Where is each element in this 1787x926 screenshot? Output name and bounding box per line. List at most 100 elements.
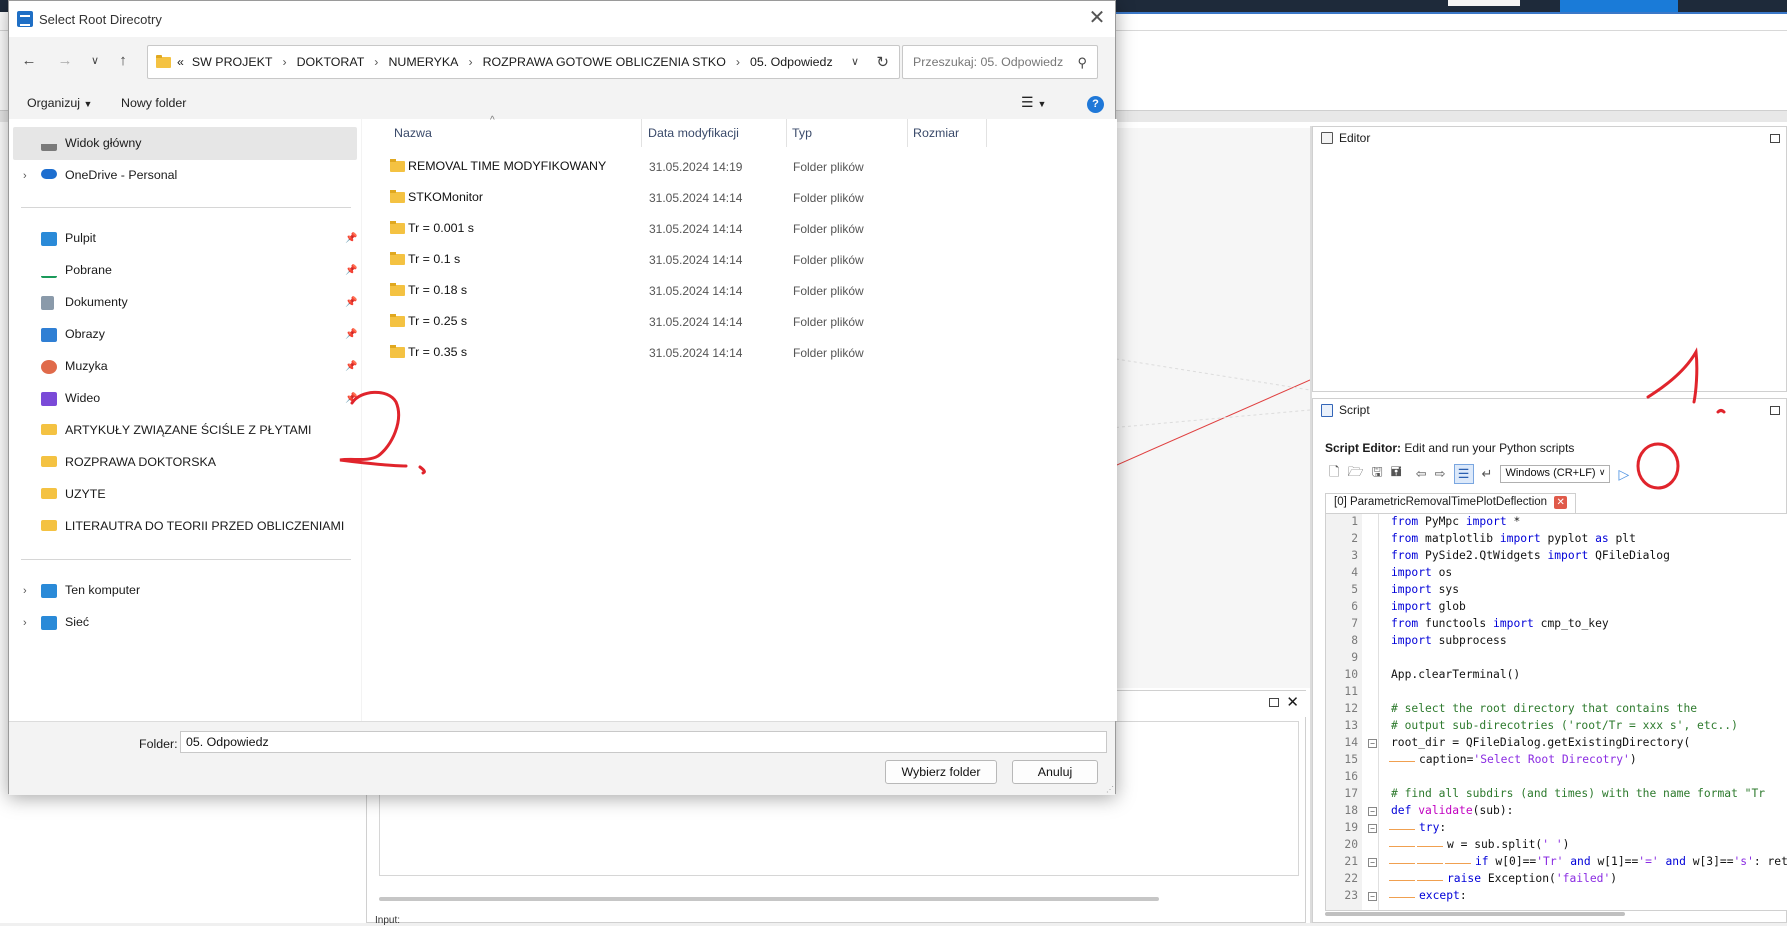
breadcrumb-item[interactable]: ROZPRAWA GOTOWE OBLICZENIA STKO <box>483 55 726 69</box>
folder-input[interactable]: 05. Odpowiedz <box>180 731 1107 753</box>
fold-icon[interactable]: − <box>1368 739 1377 748</box>
table-row[interactable]: REMOVAL TIME MODYFIKOWANY 31.05.2024 14:1… <box>362 153 1117 181</box>
table-row[interactable]: Tr = 0.35 s 31.05.2024 14:14 Folder plików <box>362 339 1117 367</box>
fold-icon[interactable]: − <box>1368 892 1377 901</box>
file-date: 31.05.2024 14:14 <box>649 191 743 205</box>
chevron-right-icon[interactable]: › <box>23 585 27 597</box>
save-all-icon[interactable]: 🖬 <box>1391 463 1402 485</box>
select-folder-button[interactable]: Wybierz folder <box>885 760 997 784</box>
search-input[interactable]: Przeszukaj: 05. Odpowiedz ⚲ <box>902 45 1098 79</box>
back-icon[interactable]: ← <box>19 51 39 71</box>
code-text: from PyMpc import * <box>1391 515 1521 528</box>
refresh-icon[interactable]: ↻ <box>876 53 889 71</box>
resize-grip-icon[interactable]: ⋰ <box>1106 785 1114 794</box>
file-list: ^ Nazwa Data modyfikacji Typ Rozmiar REM… <box>362 115 1117 721</box>
folder-icon <box>390 190 405 203</box>
chevron-right-icon[interactable]: › <box>23 170 27 182</box>
nav-item-label: ROZPRAWA DOKTORSKA <box>65 455 217 469</box>
address-bar[interactable]: « SW PROJEKT › DOKTORAT › NUMERYKA › ROZPRAWA G… <box>147 45 900 79</box>
chevron-right-icon[interactable]: › <box>23 617 27 629</box>
chevron-right-icon[interactable]: › <box>468 55 472 69</box>
file-name: REMOVAL TIME MODYFIKOWANY <box>408 159 607 173</box>
chevron-right-icon[interactable]: › <box>374 55 378 69</box>
code-text: import sys <box>1391 583 1460 596</box>
table-row[interactable]: Tr = 0.001 s 31.05.2024 14:14 Folder plikó… <box>362 215 1117 243</box>
table-row[interactable]: Tr = 0.1 s 31.05.2024 14:14 Folder plików <box>362 246 1117 274</box>
dock-float-icon[interactable] <box>1269 698 1279 707</box>
undo-icon[interactable]: ⇦ <box>1416 466 1427 482</box>
column-header-size[interactable]: Rozmiar <box>913 126 959 140</box>
script-tab[interactable]: [0] ParametricRemovalTimePlotDeflection … <box>1325 493 1577 513</box>
code-line: 11 <box>1326 685 1787 702</box>
file-type: Folder plików <box>793 191 864 205</box>
code-editor[interactable]: 1 from PyMpc import * 2 from matplotlib imp… <box>1325 513 1787 911</box>
pin-icon[interactable]: 📌 <box>345 265 357 276</box>
breadcrumb-item[interactable]: DOKTORAT <box>297 55 365 69</box>
fold-icon[interactable]: − <box>1368 824 1377 833</box>
chevron-right-icon[interactable]: › <box>282 55 286 69</box>
close-tab-icon[interactable]: ✕ <box>1554 496 1568 509</box>
cancel-button[interactable]: Anuluj <box>1012 760 1098 784</box>
view-options-icon[interactable]: ☰ ▼ <box>1021 94 1046 111</box>
wrap-icon[interactable]: ↵ <box>1482 466 1493 482</box>
organize-button[interactable]: Organizuj ▼ <box>27 96 92 110</box>
code-line: 18 − def validate(sub): <box>1326 804 1787 821</box>
fold-icon[interactable]: − <box>1368 858 1377 867</box>
horizontal-scrollbar[interactable] <box>379 897 1159 901</box>
line-number: 13 <box>1344 719 1358 732</box>
pin-icon[interactable]: 📌 <box>345 393 357 404</box>
dock-float-icon[interactable] <box>1770 406 1780 415</box>
code-text: from functools import cmp_to_key <box>1391 617 1609 630</box>
chevron-right-icon[interactable]: › <box>736 55 740 69</box>
fold-icon[interactable]: − <box>1368 807 1377 816</box>
run-icon[interactable]: ▷ <box>1618 466 1629 483</box>
column-header-name[interactable]: Nazwa <box>394 126 432 140</box>
line-number: 19 <box>1344 821 1358 834</box>
line-number: 17 <box>1344 787 1358 800</box>
table-row[interactable]: Tr = 0.18 s 31.05.2024 14:14 Folder plików <box>362 277 1117 305</box>
code-text: # output sub-direcotries ('root/Tr = xxx… <box>1391 719 1738 732</box>
line-number: 8 <box>1351 634 1358 647</box>
file-date: 31.05.2024 14:19 <box>649 160 743 174</box>
pin-icon[interactable]: 📌 <box>345 233 357 244</box>
horizontal-scrollbar[interactable] <box>1325 912 1625 916</box>
line-ending-select[interactable]: Windows (CR+LF) ∨ <box>1500 465 1611 483</box>
save-icon[interactable]: 🖫 <box>1372 463 1383 485</box>
code-text: from PySide2.QtWidgets import QFileDialo… <box>1391 549 1670 562</box>
indent-marker <box>1389 829 1415 830</box>
forward-icon[interactable]: → <box>55 51 75 71</box>
pin-icon[interactable]: 📌 <box>345 297 357 308</box>
indent-marker <box>1389 761 1415 762</box>
breadcrumb-item[interactable]: 05. Odpowiedz <box>750 55 833 69</box>
redo-icon[interactable]: ⇨ <box>1435 466 1446 482</box>
line-number: 4 <box>1351 566 1358 579</box>
pin-icon[interactable]: 📌 <box>345 329 357 340</box>
viewport-area <box>1110 128 1310 688</box>
help-icon[interactable]: ? <box>1087 96 1104 113</box>
table-row[interactable]: STKOMonitor 31.05.2024 14:14 Folder plików <box>362 184 1117 212</box>
dock-float-icon[interactable] <box>1770 134 1780 143</box>
line-number: 10 <box>1344 668 1358 681</box>
line-number: 7 <box>1351 617 1358 630</box>
chevron-down-icon[interactable]: ∨ <box>851 55 859 68</box>
new-folder-button[interactable]: Nowy folder <box>121 96 186 110</box>
close-icon[interactable]: ✕ <box>1286 693 1299 711</box>
code-line: 9 <box>1326 651 1787 668</box>
breadcrumb-item[interactable]: NUMERYKA <box>388 55 458 69</box>
line-number: 6 <box>1351 600 1358 613</box>
sort-ascending-icon: ^ <box>490 115 495 126</box>
format-icon[interactable]: ☰ <box>1453 464 1474 484</box>
nav-item-label: LITERAUTRA DO TEORII PRZED OBLICZENIAMI <box>65 519 345 533</box>
up-icon[interactable]: ↑ <box>113 51 133 71</box>
pin-icon[interactable]: 📌 <box>345 361 357 372</box>
new-file-icon[interactable]: 🗋 <box>1329 463 1339 485</box>
column-header-type[interactable]: Typ <box>792 126 812 140</box>
breadcrumb-overflow[interactable]: « <box>177 55 184 69</box>
open-file-icon[interactable]: 🗁 <box>1347 463 1363 485</box>
column-header-date[interactable]: Data modyfikacji <box>648 126 739 140</box>
close-icon[interactable]: ✕ <box>1085 7 1109 31</box>
breadcrumb-item[interactable]: SW PROJEKT <box>192 55 273 69</box>
code-line: 22 raise Exception('failed') <box>1326 872 1787 889</box>
chevron-down-icon[interactable]: ∨ <box>85 51 105 71</box>
table-row[interactable]: Tr = 0.25 s 31.05.2024 14:14 Folder plików <box>362 308 1117 336</box>
